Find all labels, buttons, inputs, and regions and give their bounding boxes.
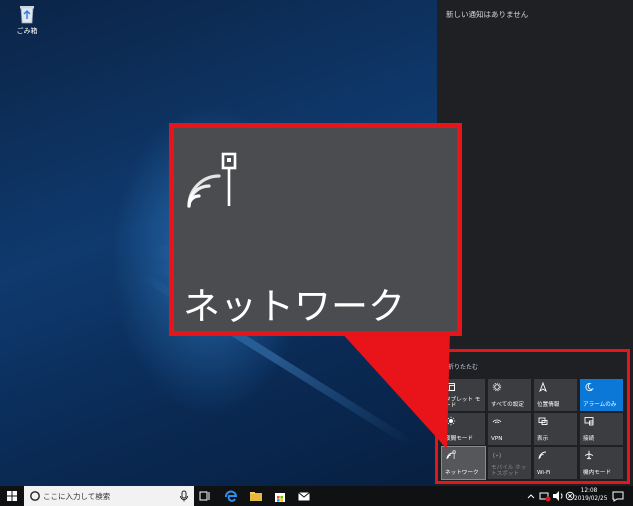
search-circle-icon <box>30 491 40 501</box>
network-icon <box>183 150 243 212</box>
taskbar-search-box[interactable]: ここに入力して検索 <box>24 486 194 506</box>
zoom-network-label: ネットワーク <box>183 285 405 328</box>
edge-browser-icon[interactable] <box>224 489 238 503</box>
clock-date: 2019/02/25 <box>574 495 608 502</box>
zoom-callout: ネットワーク <box>169 123 462 336</box>
taskbar: ここに入力して検索 12:08 2019/02/25 <box>0 486 633 506</box>
taskbar-clock[interactable]: 12:08 2019/02/25 <box>574 488 608 503</box>
store-icon[interactable] <box>273 489 287 503</box>
task-view-icon[interactable] <box>198 489 212 503</box>
file-explorer-icon[interactable] <box>249 489 263 503</box>
windows-logo-icon <box>7 491 17 501</box>
notification-center-icon[interactable] <box>611 489 625 503</box>
clock-time: 12:08 <box>580 488 598 494</box>
chevron-up-icon[interactable] <box>524 489 538 503</box>
start-button[interactable] <box>0 486 24 506</box>
search-placeholder: ここに入力して検索 <box>43 492 111 501</box>
mail-icon[interactable] <box>297 489 311 503</box>
microphone-icon[interactable] <box>179 490 189 502</box>
desktop: ごみ箱 新しい通知はありません 折りたたむ タブレット モード すべての設定 位置情… <box>0 0 633 506</box>
network-tray-icon[interactable] <box>538 489 552 503</box>
